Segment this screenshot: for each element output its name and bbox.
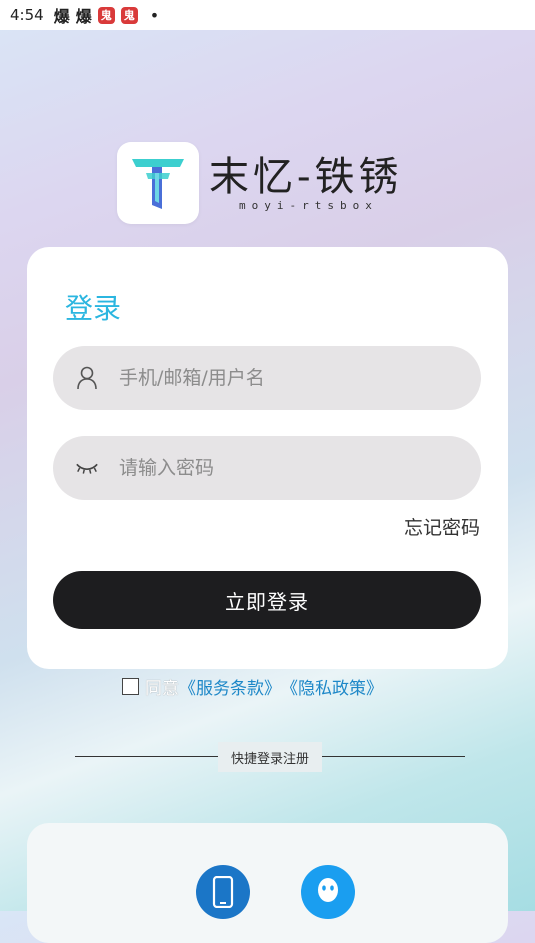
login-title: 登录 [65, 292, 122, 325]
app-logo-icon [117, 142, 199, 224]
quick-login-label: 快捷登录注册 [218, 742, 322, 772]
eye-closed-icon[interactable] [75, 456, 99, 480]
status-icon-1: 爆 [53, 7, 70, 26]
app-logo-header: 末忆-铁锈 moyi-rtsbox [117, 142, 403, 224]
status-dot: • [149, 5, 160, 25]
password-input[interactable] [117, 456, 441, 480]
brand-name: 末忆-铁锈 [209, 153, 403, 200]
login-submit-button[interactable]: 立即登录 [53, 571, 481, 629]
password-field[interactable] [53, 436, 481, 500]
agreement-row: 同意 《服务条款》 《隐私政策》 [122, 674, 383, 699]
status-time: 4:54 [10, 6, 44, 24]
status-badge-1: 鬼 [97, 6, 115, 24]
privacy-link[interactable]: 《隐私政策》 [281, 674, 383, 699]
login-card: 登录 忘记密码 立即登录 [27, 247, 508, 669]
qq-icon [318, 878, 338, 902]
phone-icon [212, 876, 234, 908]
username-field[interactable] [53, 346, 481, 410]
username-input[interactable] [117, 366, 441, 390]
divider-line-left [75, 756, 218, 757]
status-icon-2: 爆 [75, 7, 92, 26]
user-icon [75, 366, 99, 390]
agreement-checkbox[interactable] [122, 678, 139, 695]
t-logo-icon [132, 159, 184, 209]
status-bar: 4:54 爆 爆 鬼 鬼 • [0, 0, 535, 30]
divider-line-right [322, 756, 465, 757]
quick-login-card [27, 823, 508, 943]
forgot-password-link[interactable]: 忘记密码 [404, 513, 480, 540]
terms-link[interactable]: 《服务条款》 [179, 674, 281, 699]
agreement-prefix: 同意 [145, 679, 179, 699]
status-badge-2: 鬼 [120, 6, 138, 24]
brand-subtitle: moyi-rtsbox [239, 198, 378, 212]
